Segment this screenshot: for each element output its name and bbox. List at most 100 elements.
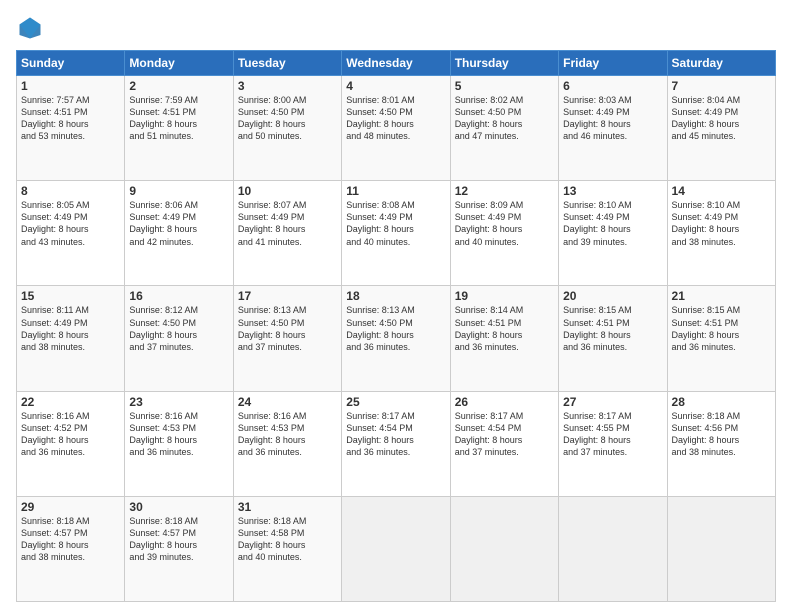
- day-number: 21: [672, 289, 771, 303]
- day-info: Sunrise: 8:02 AMSunset: 4:50 PMDaylight:…: [455, 94, 554, 143]
- day-number: 4: [346, 79, 445, 93]
- day-number: 3: [238, 79, 337, 93]
- day-info: Sunrise: 8:15 AMSunset: 4:51 PMDaylight:…: [563, 304, 662, 353]
- calendar-cell: 7Sunrise: 8:04 AMSunset: 4:49 PMDaylight…: [667, 76, 775, 181]
- calendar-table: SundayMondayTuesdayWednesdayThursdayFrid…: [16, 50, 776, 602]
- day-info: Sunrise: 8:03 AMSunset: 4:49 PMDaylight:…: [563, 94, 662, 143]
- day-info: Sunrise: 8:18 AMSunset: 4:58 PMDaylight:…: [238, 515, 337, 564]
- day-info: Sunrise: 8:06 AMSunset: 4:49 PMDaylight:…: [129, 199, 228, 248]
- calendar-cell: 4Sunrise: 8:01 AMSunset: 4:50 PMDaylight…: [342, 76, 450, 181]
- day-number: 20: [563, 289, 662, 303]
- calendar-cell: 2Sunrise: 7:59 AMSunset: 4:51 PMDaylight…: [125, 76, 233, 181]
- calendar-week-row: 8Sunrise: 8:05 AMSunset: 4:49 PMDaylight…: [17, 181, 776, 286]
- day-number: 25: [346, 395, 445, 409]
- calendar-week-row: 15Sunrise: 8:11 AMSunset: 4:49 PMDayligh…: [17, 286, 776, 391]
- day-info: Sunrise: 8:16 AMSunset: 4:53 PMDaylight:…: [238, 410, 337, 459]
- calendar-cell: 3Sunrise: 8:00 AMSunset: 4:50 PMDaylight…: [233, 76, 341, 181]
- calendar-cell: [667, 496, 775, 601]
- weekday-header-row: SundayMondayTuesdayWednesdayThursdayFrid…: [17, 51, 776, 76]
- calendar-body: 1Sunrise: 7:57 AMSunset: 4:51 PMDaylight…: [17, 76, 776, 602]
- day-info: Sunrise: 8:18 AMSunset: 4:57 PMDaylight:…: [129, 515, 228, 564]
- day-number: 10: [238, 184, 337, 198]
- top-header: [16, 14, 776, 42]
- day-info: Sunrise: 7:57 AMSunset: 4:51 PMDaylight:…: [21, 94, 120, 143]
- weekday-header-cell: Friday: [559, 51, 667, 76]
- day-info: Sunrise: 8:18 AMSunset: 4:56 PMDaylight:…: [672, 410, 771, 459]
- day-number: 14: [672, 184, 771, 198]
- calendar-cell: 29Sunrise: 8:18 AMSunset: 4:57 PMDayligh…: [17, 496, 125, 601]
- weekday-header-cell: Sunday: [17, 51, 125, 76]
- day-info: Sunrise: 8:13 AMSunset: 4:50 PMDaylight:…: [346, 304, 445, 353]
- day-number: 11: [346, 184, 445, 198]
- day-info: Sunrise: 8:08 AMSunset: 4:49 PMDaylight:…: [346, 199, 445, 248]
- day-number: 17: [238, 289, 337, 303]
- day-number: 8: [21, 184, 120, 198]
- weekday-header-cell: Monday: [125, 51, 233, 76]
- calendar-cell: 8Sunrise: 8:05 AMSunset: 4:49 PMDaylight…: [17, 181, 125, 286]
- day-number: 7: [672, 79, 771, 93]
- calendar-cell: 9Sunrise: 8:06 AMSunset: 4:49 PMDaylight…: [125, 181, 233, 286]
- day-number: 9: [129, 184, 228, 198]
- day-info: Sunrise: 8:10 AMSunset: 4:49 PMDaylight:…: [563, 199, 662, 248]
- day-number: 18: [346, 289, 445, 303]
- day-info: Sunrise: 8:15 AMSunset: 4:51 PMDaylight:…: [672, 304, 771, 353]
- day-number: 6: [563, 79, 662, 93]
- weekday-header-cell: Wednesday: [342, 51, 450, 76]
- calendar-cell: 31Sunrise: 8:18 AMSunset: 4:58 PMDayligh…: [233, 496, 341, 601]
- day-info: Sunrise: 8:00 AMSunset: 4:50 PMDaylight:…: [238, 94, 337, 143]
- calendar-cell: 10Sunrise: 8:07 AMSunset: 4:49 PMDayligh…: [233, 181, 341, 286]
- calendar-cell: [559, 496, 667, 601]
- day-number: 16: [129, 289, 228, 303]
- day-info: Sunrise: 8:11 AMSunset: 4:49 PMDaylight:…: [21, 304, 120, 353]
- day-info: Sunrise: 8:04 AMSunset: 4:49 PMDaylight:…: [672, 94, 771, 143]
- day-number: 26: [455, 395, 554, 409]
- calendar-cell: 27Sunrise: 8:17 AMSunset: 4:55 PMDayligh…: [559, 391, 667, 496]
- calendar-cell: 16Sunrise: 8:12 AMSunset: 4:50 PMDayligh…: [125, 286, 233, 391]
- day-info: Sunrise: 8:17 AMSunset: 4:54 PMDaylight:…: [455, 410, 554, 459]
- day-info: Sunrise: 8:13 AMSunset: 4:50 PMDaylight:…: [238, 304, 337, 353]
- calendar-cell: 11Sunrise: 8:08 AMSunset: 4:49 PMDayligh…: [342, 181, 450, 286]
- logo: [16, 14, 48, 42]
- day-number: 1: [21, 79, 120, 93]
- calendar-week-row: 29Sunrise: 8:18 AMSunset: 4:57 PMDayligh…: [17, 496, 776, 601]
- calendar-cell: [450, 496, 558, 601]
- day-number: 24: [238, 395, 337, 409]
- day-info: Sunrise: 8:17 AMSunset: 4:55 PMDaylight:…: [563, 410, 662, 459]
- calendar-cell: 23Sunrise: 8:16 AMSunset: 4:53 PMDayligh…: [125, 391, 233, 496]
- day-number: 23: [129, 395, 228, 409]
- day-number: 5: [455, 79, 554, 93]
- calendar-cell: 20Sunrise: 8:15 AMSunset: 4:51 PMDayligh…: [559, 286, 667, 391]
- day-info: Sunrise: 8:07 AMSunset: 4:49 PMDaylight:…: [238, 199, 337, 248]
- calendar-cell: 14Sunrise: 8:10 AMSunset: 4:49 PMDayligh…: [667, 181, 775, 286]
- day-info: Sunrise: 8:17 AMSunset: 4:54 PMDaylight:…: [346, 410, 445, 459]
- calendar-cell: [342, 496, 450, 601]
- day-info: Sunrise: 8:16 AMSunset: 4:53 PMDaylight:…: [129, 410, 228, 459]
- calendar-cell: 15Sunrise: 8:11 AMSunset: 4:49 PMDayligh…: [17, 286, 125, 391]
- day-number: 30: [129, 500, 228, 514]
- day-info: Sunrise: 8:18 AMSunset: 4:57 PMDaylight:…: [21, 515, 120, 564]
- day-number: 19: [455, 289, 554, 303]
- calendar-cell: 22Sunrise: 8:16 AMSunset: 4:52 PMDayligh…: [17, 391, 125, 496]
- day-info: Sunrise: 8:10 AMSunset: 4:49 PMDaylight:…: [672, 199, 771, 248]
- calendar-cell: 24Sunrise: 8:16 AMSunset: 4:53 PMDayligh…: [233, 391, 341, 496]
- calendar-week-row: 1Sunrise: 7:57 AMSunset: 4:51 PMDaylight…: [17, 76, 776, 181]
- day-number: 2: [129, 79, 228, 93]
- day-number: 27: [563, 395, 662, 409]
- day-number: 12: [455, 184, 554, 198]
- day-info: Sunrise: 8:09 AMSunset: 4:49 PMDaylight:…: [455, 199, 554, 248]
- calendar-cell: 30Sunrise: 8:18 AMSunset: 4:57 PMDayligh…: [125, 496, 233, 601]
- day-info: Sunrise: 7:59 AMSunset: 4:51 PMDaylight:…: [129, 94, 228, 143]
- calendar-cell: 18Sunrise: 8:13 AMSunset: 4:50 PMDayligh…: [342, 286, 450, 391]
- calendar-cell: 5Sunrise: 8:02 AMSunset: 4:50 PMDaylight…: [450, 76, 558, 181]
- calendar-cell: 25Sunrise: 8:17 AMSunset: 4:54 PMDayligh…: [342, 391, 450, 496]
- day-number: 29: [21, 500, 120, 514]
- day-info: Sunrise: 8:12 AMSunset: 4:50 PMDaylight:…: [129, 304, 228, 353]
- calendar-cell: 6Sunrise: 8:03 AMSunset: 4:49 PMDaylight…: [559, 76, 667, 181]
- day-info: Sunrise: 8:01 AMSunset: 4:50 PMDaylight:…: [346, 94, 445, 143]
- weekday-header-cell: Thursday: [450, 51, 558, 76]
- calendar-cell: 1Sunrise: 7:57 AMSunset: 4:51 PMDaylight…: [17, 76, 125, 181]
- calendar-cell: 13Sunrise: 8:10 AMSunset: 4:49 PMDayligh…: [559, 181, 667, 286]
- day-info: Sunrise: 8:14 AMSunset: 4:51 PMDaylight:…: [455, 304, 554, 353]
- weekday-header-cell: Saturday: [667, 51, 775, 76]
- logo-icon: [16, 14, 44, 42]
